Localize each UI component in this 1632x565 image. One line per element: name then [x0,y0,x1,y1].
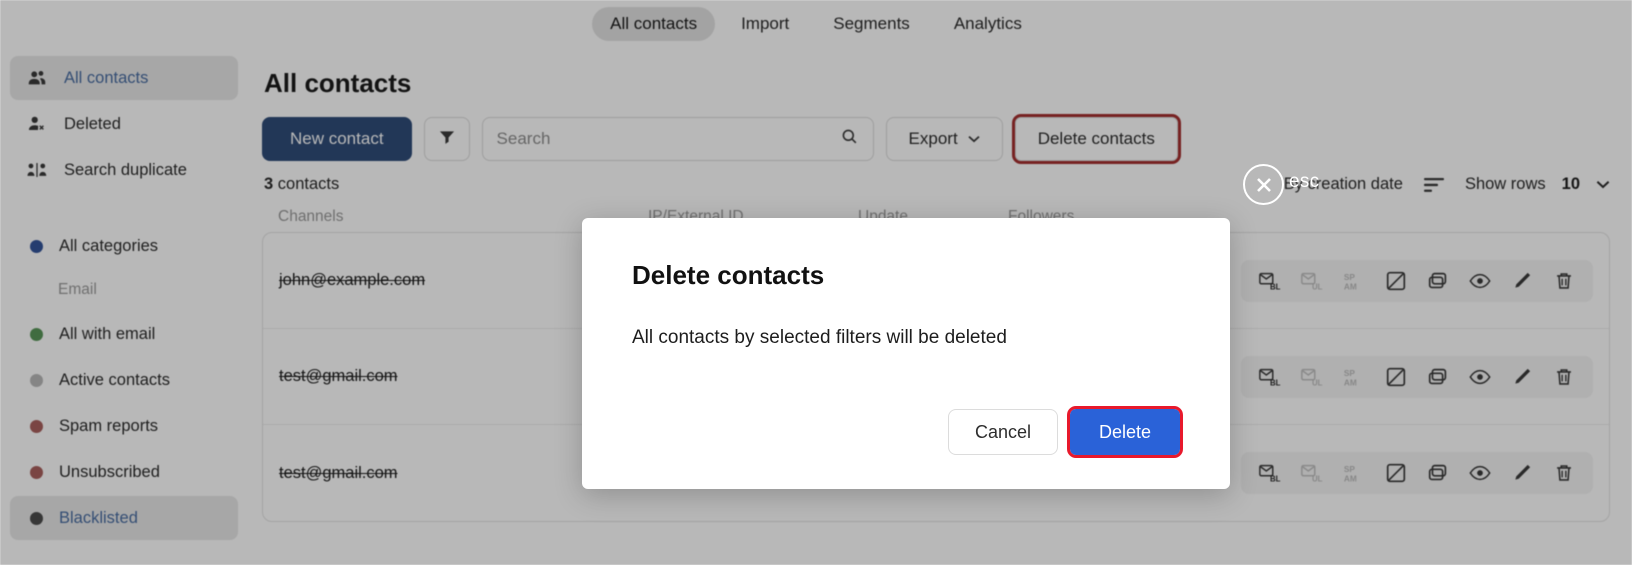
close-modal-button[interactable] [1243,164,1284,205]
close-icon [1256,177,1271,192]
delete-contacts-dialog: Delete contacts All contacts by selected… [582,218,1230,489]
cancel-button[interactable]: Cancel [948,409,1058,455]
dialog-title: Delete contacts [632,260,825,290]
confirm-delete-button[interactable]: Delete [1070,409,1180,455]
dialog-body-text: All contacts by selected filters will be… [632,327,1007,348]
dialog-actions: Cancel Delete [632,406,1183,458]
delete-button-highlight: Delete [1067,406,1183,458]
app-root: All contacts Import Segments Analytics A… [0,0,1632,565]
esc-hint-label: esc [1289,171,1320,192]
